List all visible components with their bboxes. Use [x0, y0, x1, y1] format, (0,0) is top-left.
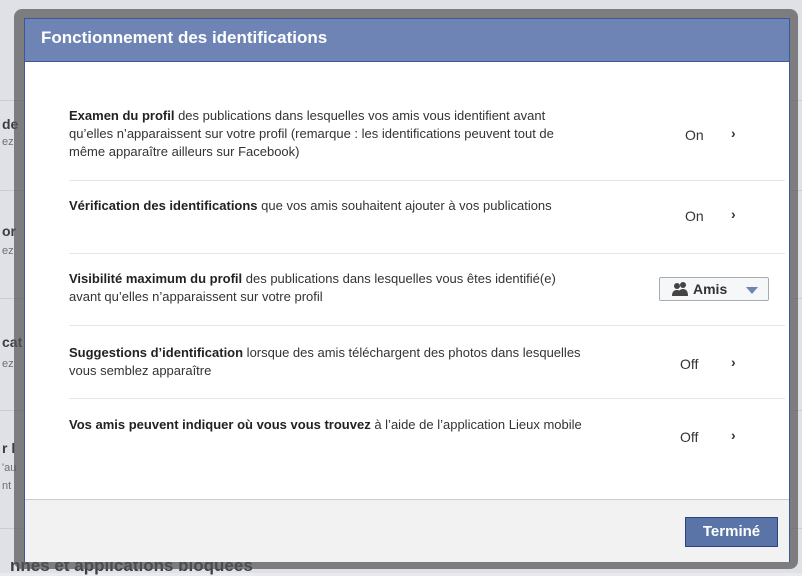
caret-down-icon [746, 287, 758, 294]
background-row-sub: nt [2, 480, 12, 492]
chevron-right-icon[interactable]: › [731, 427, 736, 443]
dialog-footer: Terminé [25, 499, 789, 562]
setting-row-profile-review[interactable]: Examen du profil des publications dans l… [69, 89, 785, 181]
setting-description: Examen du profil des publications dans l… [69, 107, 589, 161]
setting-description: Suggestions d’identification lorsque des… [69, 344, 589, 380]
dialog-title: Fonctionnement des identifications [41, 28, 328, 47]
setting-description: Visibilité maximum du profil des publica… [69, 270, 589, 306]
setting-title: Suggestions d’identification [69, 345, 244, 360]
done-button[interactable]: Terminé [685, 517, 778, 547]
friends-icon [672, 282, 688, 296]
setting-value: Off [680, 356, 699, 372]
setting-title: Examen du profil [69, 108, 175, 123]
tagging-settings-dialog: Fonctionnement des identifications Exame… [24, 18, 790, 562]
dialog-header: Fonctionnement des identifications [25, 19, 789, 62]
setting-text: à l’aide de l’application Lieux mobile [370, 417, 582, 432]
audience-selector-button[interactable]: Amis [659, 277, 769, 301]
setting-value: On [685, 127, 704, 143]
setting-row-places[interactable]: Vos amis peuvent indiquer où vous vous t… [69, 399, 785, 471]
setting-title: Visibilité maximum du profil [69, 271, 243, 286]
background-row-sub: ez [2, 358, 14, 370]
setting-value: On [685, 208, 704, 224]
audience-label: Amis [693, 281, 728, 297]
setting-row-tag-review[interactable]: Vérification des identifications que vos… [69, 181, 785, 254]
setting-text: que vos amis souhaitent ajouter à vos pu… [257, 198, 552, 213]
settings-list: Examen du profil des publications dans l… [69, 89, 785, 471]
setting-title: Vérification des identifications [69, 198, 258, 213]
setting-row-max-visibility: Visibilité maximum du profil des publica… [69, 254, 785, 326]
setting-description: Vérification des identifications que vos… [69, 197, 589, 215]
setting-description: Vos amis peuvent indiquer où vous vous t… [69, 416, 589, 434]
chevron-right-icon[interactable]: › [731, 354, 736, 370]
setting-title: Vos amis peuvent indiquer où vous vous t… [69, 417, 371, 432]
setting-row-tag-suggestions[interactable]: Suggestions d’identification lorsque des… [69, 326, 785, 399]
setting-value: Off [680, 429, 699, 445]
background-row-sub: ez [2, 245, 14, 257]
chevron-right-icon[interactable]: › [731, 125, 736, 141]
background-row-sub: ez [2, 136, 14, 148]
chevron-right-icon[interactable]: › [731, 206, 736, 222]
